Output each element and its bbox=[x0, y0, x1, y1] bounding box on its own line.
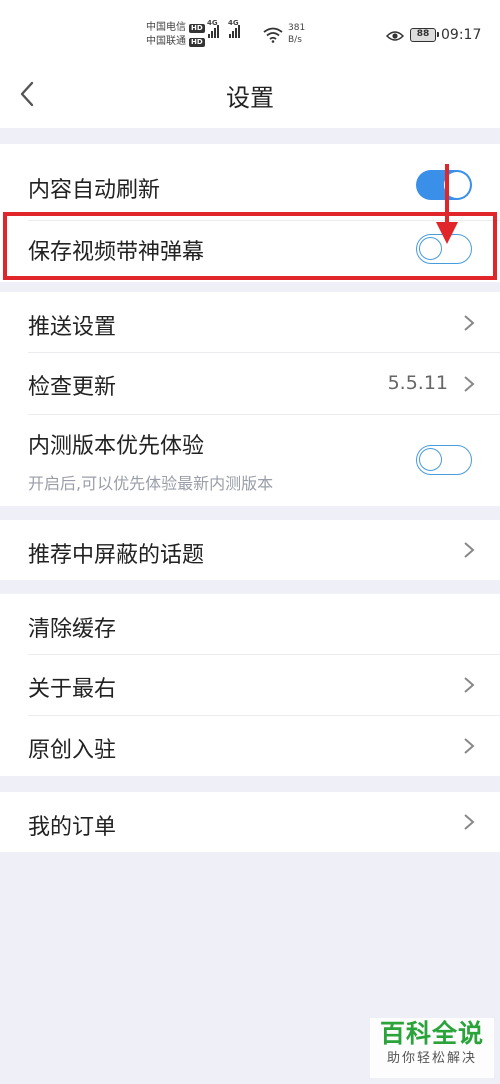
setting-row-push[interactable]: 推送设置 bbox=[0, 292, 500, 352]
battery-icon: 88 bbox=[410, 28, 439, 42]
chevron-right-icon bbox=[464, 677, 475, 693]
watermark-subtitle: 助你轻松解决 bbox=[386, 1051, 477, 1066]
network-speed: 381 B/s bbox=[288, 22, 305, 46]
hd-badge: HD bbox=[189, 37, 205, 47]
network-type-label: 4G bbox=[207, 19, 218, 27]
setting-row-original[interactable]: 原创入驻 bbox=[0, 715, 500, 776]
settings-group-orders: 我的订单 bbox=[0, 792, 500, 852]
setting-row-beta[interactable]: 内测版本优先体验 开启后,可以优先体验最新内测版本 bbox=[0, 414, 500, 506]
setting-label: 内测版本优先体验 bbox=[28, 434, 205, 459]
setting-row-orders[interactable]: 我的订单 bbox=[0, 792, 500, 852]
setting-label: 原创入驻 bbox=[28, 738, 117, 763]
watermark-title: 百科全说 bbox=[379, 1019, 484, 1048]
chevron-right-icon bbox=[464, 738, 475, 754]
wifi-icon bbox=[263, 27, 283, 43]
eye-icon bbox=[386, 31, 404, 41]
setting-label: 我的订单 bbox=[28, 815, 117, 840]
setting-row-about[interactable]: 关于最右 bbox=[0, 654, 500, 715]
version-value: 5.5.11 bbox=[387, 372, 448, 394]
chevron-right-icon bbox=[464, 376, 475, 392]
setting-label: 推送设置 bbox=[28, 315, 117, 340]
settings-group-general: 推送设置 检查更新 5.5.11 内测版本优先体验 开启后,可以优先体验最新内测… bbox=[0, 292, 500, 506]
chevron-right-icon bbox=[464, 814, 475, 830]
chevron-right-icon bbox=[464, 315, 475, 331]
settings-group-topics: 推荐中屏蔽的话题 bbox=[0, 520, 500, 580]
network-speed-unit: B/s bbox=[288, 35, 302, 45]
arrow-down-icon bbox=[436, 164, 458, 244]
highlight-box bbox=[3, 212, 497, 280]
hd-badge: HD bbox=[189, 23, 205, 33]
settings-group-misc: 清除缓存 关于最右 原创入驻 bbox=[0, 594, 500, 776]
watermark-logo: 百科全说 助你轻松解决 bbox=[370, 1018, 494, 1078]
signal-icons: 4G 4G bbox=[207, 19, 240, 38]
status-time: 09:17 bbox=[441, 27, 482, 43]
network-speed-value: 381 bbox=[288, 23, 306, 33]
page-title: 设置 bbox=[226, 84, 274, 112]
signal-strength-icon: 4G bbox=[207, 19, 219, 38]
carrier-2-label: 中国联通 bbox=[146, 36, 186, 47]
carrier-info: 中国电信 HD 中国联通 HD bbox=[146, 21, 205, 49]
setting-label: 清除缓存 bbox=[28, 617, 117, 642]
setting-label: 内容自动刷新 bbox=[28, 178, 161, 203]
status-bar: 中国电信 HD 中国联通 HD 4G 4G 381 B/s 88 09:17 bbox=[0, 0, 500, 60]
chevron-right-icon bbox=[464, 542, 475, 558]
setting-row-clear-cache[interactable]: 清除缓存 bbox=[0, 594, 500, 654]
setting-label: 检查更新 bbox=[28, 375, 117, 400]
navigation-bar: 设置 bbox=[0, 60, 500, 128]
setting-label: 推荐中屏蔽的话题 bbox=[28, 543, 205, 568]
setting-row-auto-refresh[interactable]: 内容自动刷新 bbox=[0, 144, 500, 220]
beta-toggle[interactable] bbox=[416, 445, 472, 475]
setting-row-blocked-topics[interactable]: 推荐中屏蔽的话题 bbox=[0, 520, 500, 580]
setting-description: 开启后,可以优先体验最新内测版本 bbox=[28, 474, 274, 493]
setting-label: 关于最右 bbox=[28, 677, 117, 702]
network-type-label: 4G bbox=[228, 19, 239, 27]
signal-strength-icon: 4G bbox=[228, 19, 240, 38]
carrier-1-label: 中国电信 bbox=[146, 22, 186, 33]
setting-row-check-update[interactable]: 检查更新 5.5.11 bbox=[0, 352, 500, 414]
